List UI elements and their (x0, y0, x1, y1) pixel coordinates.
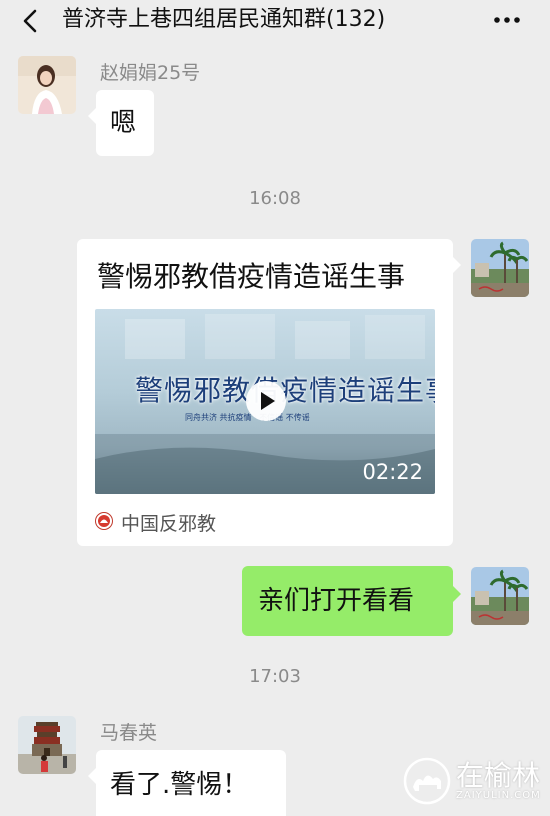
chat-header: 普济寺上巷四组居民通知群(132) (0, 0, 550, 44)
timestamp: 17:03 (249, 666, 301, 687)
video-subline: 同舟共济 共抗疫情 · 不信谣 不传谣 (185, 413, 310, 422)
avatar-self[interactable] (471, 567, 529, 625)
sender-name: 赵娟娟25号 (100, 62, 201, 84)
more-dots-icon[interactable] (492, 10, 522, 30)
avatar-ma[interactable] (18, 716, 76, 774)
message-bubble[interactable]: 嗯 (88, 90, 154, 156)
source-name: 中国反邪教 (121, 513, 217, 535)
video-card[interactable]: 警惕邪教借疫情造谣生事 警惕邪教借疫情造谣生事 同舟共济 共抗疫情 · 不信谣 … (77, 239, 461, 546)
chevron-left-icon[interactable] (16, 6, 46, 36)
avatar-self[interactable] (471, 239, 529, 297)
card-title: 警惕邪教借疫情造谣生事 (97, 260, 406, 293)
video-thumbnail[interactable]: 警惕邪教借疫情造谣生事 同舟共济 共抗疫情 · 不信谣 不传谣 02:22 (95, 309, 435, 494)
play-icon[interactable] (246, 381, 286, 421)
timestamp: 16:08 (249, 188, 301, 209)
watermark-url: ZAIYULIN.COM (456, 790, 541, 801)
sender-name: 马春英 (100, 722, 158, 744)
avatar-zhao[interactable] (18, 56, 76, 114)
message-text: 看了.警惕！ (110, 770, 249, 800)
chat-title: 普济寺上巷四组居民通知群(132) (62, 7, 386, 32)
watermark-camel-logo-icon (403, 757, 451, 805)
message-bubble-self[interactable]: 亲们打开看看 (242, 566, 461, 636)
message-bubble[interactable]: 看了.警惕！ (88, 750, 286, 816)
message-text: 亲们打开看看 (258, 586, 415, 616)
video-duration: 02:22 (362, 460, 423, 484)
message-text: 嗯 (110, 108, 137, 138)
source-logo-icon (95, 512, 113, 530)
watermark-text: 在榆林 (456, 759, 541, 792)
